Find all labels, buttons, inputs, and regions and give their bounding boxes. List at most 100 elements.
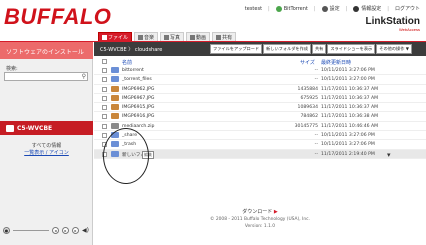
table-row[interactable]: mediaarch.zip 30145775 11/17/2011 10:46:46… [94, 122, 426, 132]
table-row[interactable]: IMGP6916.JPG 784862 11/17/2011 10:36:38 AM [94, 112, 426, 122]
info-icon [353, 5, 360, 12]
seek-bar[interactable] [13, 229, 50, 231]
table-row[interactable]: _torrent_files -- 10/11/2011 3:27:00 PM [94, 75, 426, 85]
row-checkbox[interactable] [102, 105, 107, 111]
table-row[interactable]: IMGP6962.JPG 1435884 11/17/2011 10:36:37 A… [94, 85, 426, 94]
file-name[interactable]: IMGP6916.JPG [122, 114, 154, 119]
product-subtitle: WebAccess [398, 27, 420, 32]
download-link[interactable]: ダウンロード ▶ [94, 209, 426, 216]
tab-label: 音楽 [144, 34, 155, 41]
row-checkbox[interactable] [102, 123, 107, 129]
row-checkbox[interactable] [102, 133, 107, 139]
table-header: 名前 サイズ 最終更新日時 [94, 58, 426, 66]
tab-label: 共有 [222, 34, 233, 41]
record-icon[interactable]: ● [3, 226, 10, 234]
info-link[interactable]: 情報設定 [353, 5, 381, 12]
file-modified: 10/11/2011 3:27:00 PM [321, 77, 375, 83]
row-checkbox[interactable] [102, 86, 107, 92]
file-modified: 10/11/2011 3:27:06 PM [321, 68, 375, 73]
file-size: 1089634 [297, 105, 318, 111]
file-size: 1435884 [297, 86, 318, 92]
settings-label: 設定 [329, 6, 340, 12]
new-folder-button[interactable]: 新しいフォルダを作成 [263, 44, 311, 54]
view-mode-link[interactable]: 一覧表示 / アイコン [24, 150, 69, 156]
all-info-title: すべての情報 [31, 143, 62, 149]
main-tabs: ファイル 音楽 写真 動画 共有 [98, 32, 237, 41]
annotation-circle [103, 128, 149, 184]
prev-icon[interactable]: ◂ [52, 226, 60, 234]
next-icon[interactable]: ▸ [72, 226, 80, 234]
file-name[interactable]: IMGP6967.JPG [122, 96, 154, 101]
user-link[interactable]: testest [245, 6, 262, 12]
file-name[interactable]: _torrent_files [122, 77, 152, 82]
file-name[interactable]: IMGP6915.JPG [122, 105, 154, 110]
device-label: C5-WVCBE [17, 124, 53, 132]
search-icon[interactable]: ⚲ [82, 73, 86, 80]
separator: | [345, 5, 348, 12]
footer: ダウンロード ▶ © 2008 - 2011 Buffalo Technolog… [94, 209, 426, 230]
row-checkbox[interactable] [102, 95, 107, 101]
name-column-header[interactable]: 名前 [122, 59, 132, 66]
folder-icon [111, 76, 119, 83]
info-label: 情報設定 [361, 6, 382, 12]
file-modified: 10/11/2011 3:27:06 PM [321, 142, 375, 148]
settings-link[interactable]: 設定 [321, 5, 340, 12]
slideshow-button[interactable]: スライドショーを表示 [327, 44, 376, 54]
arrow-icon: ▶ [273, 209, 278, 215]
drive-icon [6, 124, 14, 132]
row-menu-dropdown-icon[interactable]: ▾ [387, 151, 391, 159]
file-icon [111, 122, 119, 129]
install-software-button[interactable]: ソフトウェアのインストール [0, 42, 93, 59]
file-size: -- [314, 68, 318, 73]
size-column-header[interactable]: サイズ [300, 59, 315, 66]
share-icon [216, 34, 222, 40]
upload-button[interactable]: ファイルをアップロード [210, 44, 263, 54]
play-icon[interactable]: ▸ [62, 226, 70, 234]
tab-label: 動画 [196, 34, 207, 41]
tab-share[interactable]: 共有 [212, 32, 237, 41]
image-thumbnail-icon [111, 94, 119, 101]
file-modified: 11/17/2011 10:36:37 AM [321, 105, 379, 111]
image-thumbnail-icon [111, 85, 119, 92]
user-name: testest [244, 5, 263, 12]
folder-icon [111, 67, 119, 73]
table-row[interactable]: IMGP6967.JPG 675925 11/17/2011 10:36:37 AM [94, 94, 426, 104]
row-checkbox[interactable] [102, 77, 107, 83]
tab-music[interactable]: 音楽 [134, 32, 159, 41]
row-checkbox[interactable] [102, 114, 107, 120]
share-button[interactable]: 共有 [311, 44, 327, 54]
image-thumbnail-icon [111, 113, 119, 120]
all-info: すべての情報 一覧表示 / アイコン [0, 143, 93, 157]
bittorrent-link[interactable]: BitTorrent [275, 5, 308, 12]
modified-column-header[interactable]: 最終更新日時 [321, 59, 351, 66]
toolbar: C5-WVCBE 〉 cloudshare ファイルをアップロード 新しいフォル… [94, 42, 426, 56]
tab-label: 写真 [170, 34, 181, 41]
tab-videos[interactable]: 動画 [186, 32, 211, 41]
breadcrumb[interactable]: C5-WVCBE 〉 cloudshare [100, 46, 210, 53]
file-name[interactable]: bittorrent [122, 68, 144, 73]
file-size: 784862 [300, 114, 318, 120]
more-actions-button[interactable]: その他の操作 ▼ [376, 44, 412, 54]
file-modified: 11/17/2011 10:36:37 AM [321, 86, 379, 92]
volume-icon[interactable]: ◀) [82, 227, 89, 234]
product-name: LinkStation [365, 16, 420, 27]
photo-icon [164, 34, 170, 40]
row-checkbox[interactable] [102, 68, 107, 73]
table-row[interactable]: IMGP6915.JPG 1089634 11/17/2011 10:36:37 A… [94, 103, 426, 113]
search-label: 検索: [6, 66, 18, 72]
tab-photos[interactable]: 写真 [160, 32, 185, 41]
tab-files[interactable]: ファイル [98, 32, 133, 41]
select-all-checkbox[interactable] [102, 59, 107, 64]
sidebar-item-device[interactable]: C5-WVCBE [0, 121, 93, 135]
music-icon [138, 34, 144, 40]
logout-link[interactable]: ログアウト [395, 5, 420, 12]
image-thumbnail-icon [111, 104, 119, 111]
file-name[interactable]: IMGP6962.JPG [122, 87, 154, 92]
file-size: 675925 [300, 95, 318, 101]
gear-icon [321, 5, 328, 12]
bittorrent-label: BitTorrent [283, 5, 308, 12]
search-input[interactable]: ⚲ [4, 72, 88, 81]
toolbar-buttons: ファイルをアップロード 新しいフォルダを作成 共有 スライドショーを表示 その他… [210, 44, 412, 54]
table-row[interactable]: bittorrent -- 10/11/2011 3:27:06 PM [94, 66, 426, 76]
file-size: 30145775 [294, 123, 318, 129]
